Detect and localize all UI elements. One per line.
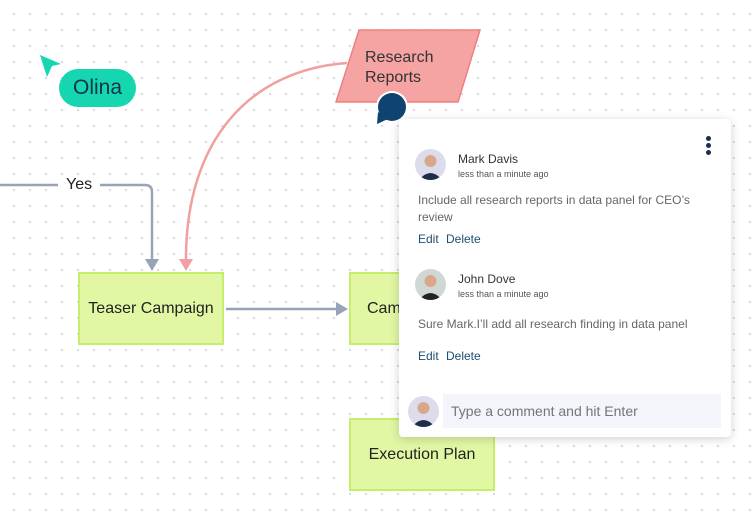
comment-text: Include all research reports in data pan… [418,193,690,224]
current-user-avatar [408,396,439,427]
collaborator-tag: Olina [59,69,136,107]
comments-panel: Mark Davis less than a minute ago Includ… [399,119,731,437]
yes-connector[interactable] [0,183,154,262]
comment-time: less than a minute ago [458,169,549,179]
arrowhead [336,302,348,316]
comment-time: less than a minute ago [458,289,549,299]
cursor-icon [40,55,61,77]
comment-text: Sure Mark.I’ll add all research finding … [418,317,688,331]
edit-button[interactable]: Edit [418,232,439,246]
comment-input[interactable] [443,394,721,428]
avatar [415,269,446,300]
arrowhead [145,259,159,271]
avatar [415,149,446,180]
delete-button[interactable]: Delete [446,232,481,246]
research-reports-label: Research Reports [365,49,434,86]
arrowhead [179,259,193,271]
comment-author: John Dove [458,272,516,286]
comment-author: Mark Davis [458,152,519,166]
delete-button[interactable]: Delete [446,349,481,363]
research-connector[interactable] [184,61,348,263]
edit-button[interactable]: Edit [418,349,439,363]
teaser-campaign-shape[interactable]: Teaser Campaign [78,272,224,345]
more-options-icon[interactable] [706,136,712,157]
edge-label-yes[interactable]: Yes [58,176,101,194]
